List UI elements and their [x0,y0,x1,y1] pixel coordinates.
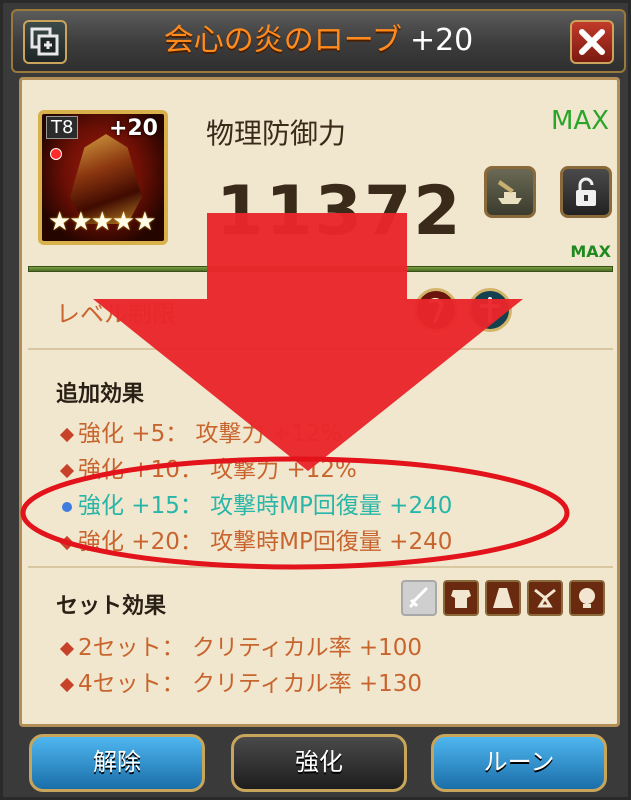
diamond-bullet-icon [59,641,75,656]
stat-max-label: MAX [550,106,609,136]
stat-label: 物理防御力 [206,117,347,150]
divider [28,566,613,568]
diamond-bullet-icon [59,535,75,550]
diamond-bullet-icon [59,677,75,692]
cross-icon [480,297,500,323]
additional-effects-title: 追加効果 [56,382,145,407]
set-piece-icons [401,580,605,616]
release-button[interactable]: 解除 [29,734,205,792]
set-effects-title: セット効果 [56,594,167,619]
item-thumbnail[interactable]: T8 +20 ★★★★★ [38,110,168,245]
title-bar: 会心の炎のローブ +20 [11,9,626,73]
close-icon [579,29,605,55]
item-name: 会心の炎のローブ [163,23,402,58]
diamond-bullet-icon [59,427,75,442]
effect-line-4: 強化 +20： 攻撃時MP回復量 +240 [59,522,452,556]
item-enhance-level: +20 [409,23,474,58]
lock-button[interactable] [560,166,612,218]
lock-icon [576,177,596,206]
item-tier-badge: T8 [46,116,79,139]
item-plus-badge: +20 [108,116,158,141]
item-detail-panel: T8 +20 ★★★★★ 物理防御力 MAX 11372 MAX レベル制限 追… [19,77,620,727]
rune-button[interactable]: ルーン [431,734,607,792]
staff-icon [429,297,444,323]
anvil-button[interactable] [484,166,536,218]
orb-icon[interactable] [569,580,605,616]
stat-value: 11372 [216,172,463,251]
experience-bar [28,266,613,272]
gem-icon [50,148,62,160]
effect-line-3: 強化 +15： 攻撃時MP回復量 +240 [62,486,452,520]
set-effect-line-1: 2セット： クリティカル率 +100 [59,628,422,662]
class-icon-1 [414,288,458,332]
item-name-title: 会心の炎のローブ +20 [13,11,624,75]
refresh-bullet-icon [62,501,72,512]
effect-line-1: 強化 +5： 攻撃力 +12% [59,414,342,448]
diamond-bullet-icon [59,463,75,478]
star-rating: ★★★★★ [48,207,157,237]
class-icon-2 [468,288,512,332]
close-button[interactable] [570,20,614,64]
effect-line-2: 強化 +10： 攻撃力 +12% [59,450,357,484]
robe-icon[interactable] [485,580,521,616]
level-limit-label: レベル制限 [56,300,176,328]
amulet-icon[interactable] [527,580,563,616]
armor-icon[interactable] [443,580,479,616]
set-effect-line-2: 4セット： クリティカル率 +130 [59,664,422,698]
enhance-button[interactable]: 強化 [231,734,407,792]
equipment-window: 会心の炎のローブ +20 T8 +20 ★★★★★ 物理防御力 MAX 11372 [0,0,631,800]
divider [28,348,613,350]
anvil-icon [498,180,522,204]
sword-icon[interactable] [401,580,437,616]
exp-max-label: MAX [570,242,611,261]
